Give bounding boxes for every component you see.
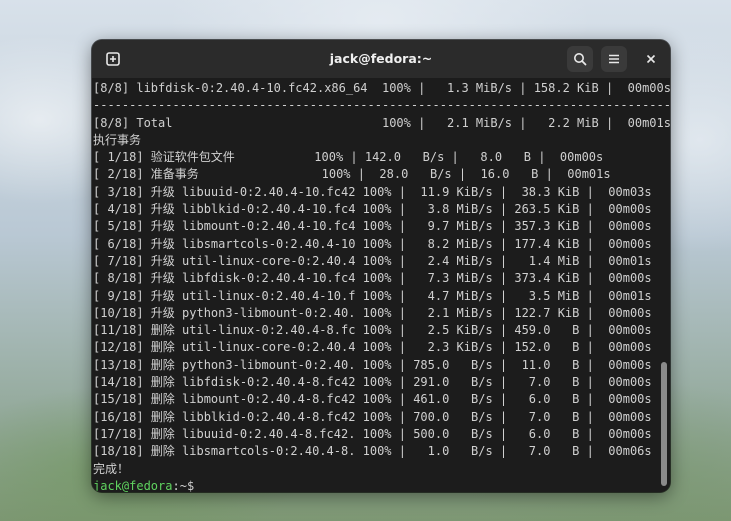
scrollbar[interactable]: [661, 80, 667, 486]
hamburger-menu-icon: [609, 54, 619, 64]
prompt-user-host: jack@fedora: [93, 478, 173, 492]
prompt-separator: :: [172, 478, 180, 492]
terminal-line: ----------------------------------------…: [93, 98, 670, 113]
terminal-line: [13/18] 删除 python3-libmount-0:2.40. 100%…: [93, 357, 652, 372]
terminal-line: [ 4/18] 升级 libblkid-0:2.40.4-10.fc4 100%…: [93, 202, 652, 217]
terminal-line: [10/18] 升级 python3-libmount-0:2.40. 100%…: [93, 305, 652, 320]
title-bar[interactable]: jack@fedora:~: [92, 40, 670, 79]
close-button[interactable]: [638, 46, 664, 72]
terminal-line: [14/18] 删除 libfdisk-0:2.40.4-8.fc42 100%…: [93, 375, 652, 390]
terminal-line: [8/8] Total 100% | 2.1 MiB/s | 2.2 MiB |…: [93, 115, 670, 130]
terminal-line: [8/8] libfdisk-0:2.40.4-10.fc42.x86_64 1…: [93, 81, 670, 95]
terminal-line: [ 2/18] 准备事务 100% | 28.0 B/s | 16.0 B | …: [93, 167, 611, 182]
text-cursor: [201, 477, 209, 492]
terminal-window[interactable]: jack@fedora:~ [8/8] libfdisk-0:2.40.4-10…: [92, 40, 670, 492]
terminal-line: [15/18] 删除 libmount-0:2.40.4-8.fc42 100%…: [93, 392, 652, 407]
terminal-line: 执行事务: [93, 132, 142, 147]
terminal-line: [17/18] 删除 libuuid-0:2.40.4-8.fc42. 100%…: [93, 426, 652, 441]
terminal-line: [11/18] 删除 util-linux-0:2.40.4-8.fc 100%…: [93, 323, 652, 338]
prompt-path: ~: [179, 478, 187, 492]
prompt-symbol: $: [186, 478, 195, 492]
terminal-line: [ 9/18] 升级 util-linux-0:2.40.4-10.f 100%…: [93, 288, 652, 303]
main-menu-button[interactable]: [601, 46, 627, 72]
terminal-line: [ 7/18] 升级 util-linux-core-0:2.40.4 100%…: [93, 253, 652, 268]
terminal-output[interactable]: [8/8] libfdisk-0:2.40.4-10.fc42.x86_64 1…: [92, 78, 670, 492]
new-tab-button[interactable]: [100, 46, 126, 72]
terminal-line: [ 6/18] 升级 libsmartcols-0:2.40.4-10 100%…: [93, 236, 652, 251]
terminal-line: 完成！: [93, 461, 130, 476]
scrollbar-thumb[interactable]: [661, 362, 667, 486]
terminal-line: [ 5/18] 升级 libmount-0:2.40.4-10.fc4 100%…: [93, 219, 652, 234]
terminal-line: [12/18] 删除 util-linux-core-0:2.40.4 100%…: [93, 340, 652, 355]
terminal-line: [ 3/18] 升级 libuuid-0:2.40.4-10.fc42 100%…: [93, 184, 652, 199]
terminal-line: [ 1/18] 验证软件包文件 100% | 142.0 B/s | 8.0 B…: [93, 150, 604, 165]
search-icon: [574, 53, 587, 66]
search-button[interactable]: [567, 46, 593, 72]
shell-prompt[interactable]: jack@fedora:~$: [93, 477, 670, 492]
terminal-line: [16/18] 删除 libblkid-0:2.40.4-8.fc42 100%…: [93, 409, 652, 424]
close-icon: [646, 54, 656, 64]
terminal-line: [ 8/18] 升级 libfdisk-0:2.40.4-10.fc4 100%…: [93, 271, 652, 286]
new-tab-icon: [106, 52, 120, 66]
terminal-line: [18/18] 删除 libsmartcols-0:2.40.4-8. 100%…: [93, 444, 652, 459]
